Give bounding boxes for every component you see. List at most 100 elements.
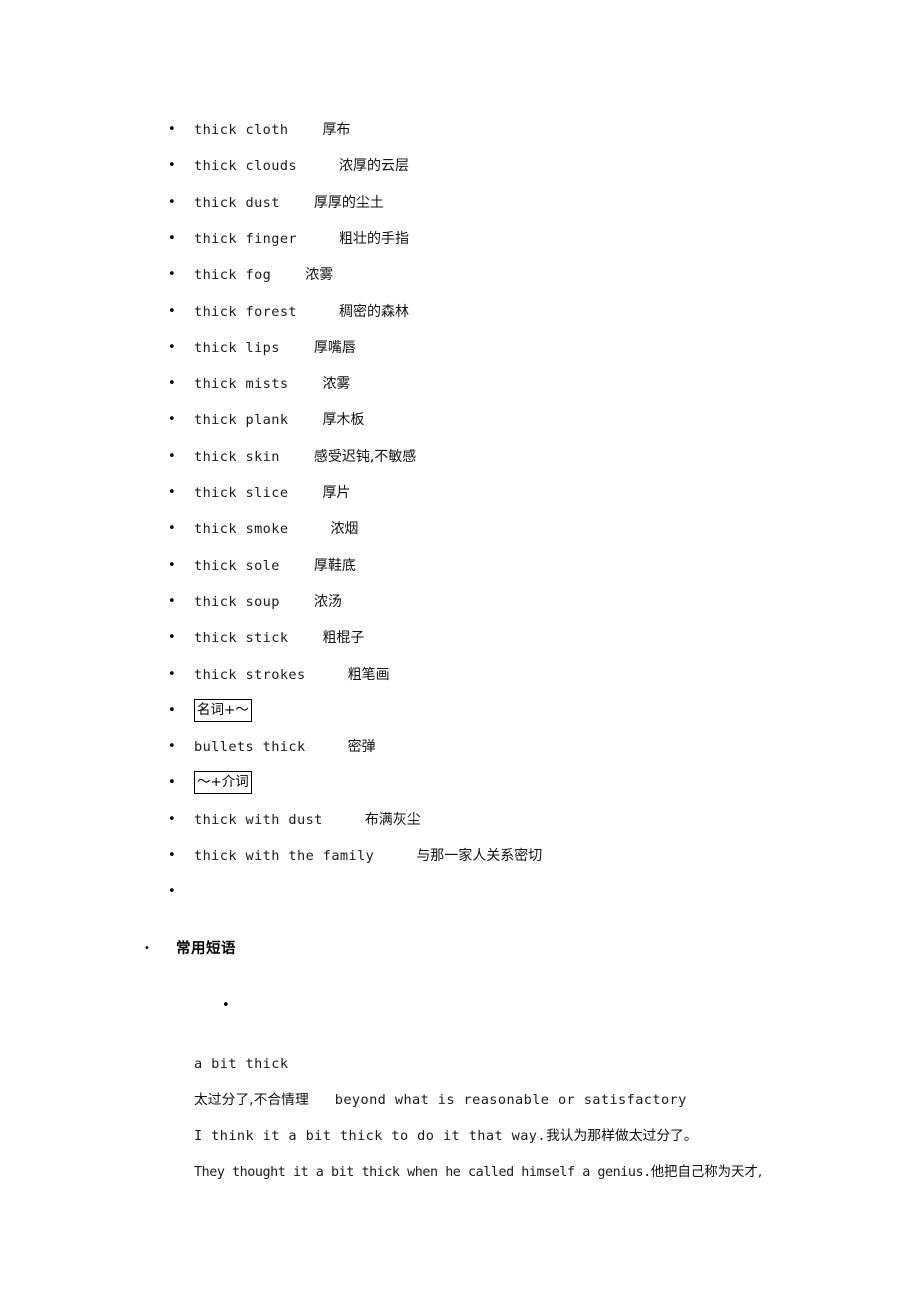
english-term: thick clouds — [194, 158, 298, 175]
bullet-icon — [168, 112, 176, 148]
phrase-example-1-line: I think it a bit thick to do it that way… — [194, 1118, 894, 1154]
list-item: thick forest 稠密的森林 — [0, 294, 920, 330]
list-item-content: thick smoke 浓烟 — [194, 511, 358, 547]
phrase-block: a bit thick 太过分了,不合情理 beyond what is reas… — [194, 1046, 894, 1190]
bullet-icon — [168, 693, 176, 729]
phrase-definition-line: 太过分了,不合情理 beyond what is reasonable or sa… — [194, 1082, 894, 1118]
phrase-example-1-english: I think it a bit thick to do it that way… — [194, 1128, 546, 1144]
empty-list-item — [0, 874, 920, 910]
list-item-content: thick fog 浓雾 — [194, 257, 333, 293]
list-item: thick cloth 厚布 — [0, 112, 920, 148]
phrase-headword: a bit thick — [194, 1056, 289, 1072]
phrase-headword-line: a bit thick — [194, 1046, 894, 1082]
list-item: 名词+～ — [0, 693, 920, 729]
bullet-icon — [168, 511, 176, 547]
chinese-translation: 密弹 — [347, 739, 376, 756]
list-item-content: thick cloth 厚布 — [194, 112, 350, 148]
list-item: thick fog 浓雾 — [0, 257, 920, 293]
phrase-example-2-english: They thought it a bit thick when he call… — [194, 1165, 651, 1180]
list-item: thick strokes 粗笔画 — [0, 657, 920, 693]
bullet-icon — [168, 439, 176, 475]
list-item: thick plank 厚木板 — [0, 402, 920, 438]
list-item: thick sole 厚鞋底 — [0, 548, 920, 584]
list-item-content: ～+介词 — [194, 765, 252, 801]
list-item: thick dust 厚厚的尘土 — [0, 185, 920, 221]
list-item: thick soup 浓汤 — [0, 584, 920, 620]
list-item: thick with dust 布满灰尘 — [0, 802, 920, 838]
phrase-example-2-line: They thought it a bit thick when he call… — [194, 1154, 894, 1190]
english-term: thick smoke — [194, 521, 289, 538]
list-item-content: thick lips 厚嘴唇 — [194, 330, 356, 366]
bullet-icon — [168, 294, 176, 330]
section-heading-row: 常用短语 — [0, 930, 920, 968]
bullet-icon — [168, 330, 176, 366]
list-item-content: thick plank 厚木板 — [194, 402, 364, 438]
list-item-content: thick slice 厚片 — [194, 475, 350, 511]
sub-bullet-row — [0, 988, 920, 1024]
chinese-translation: 粗壮的手指 — [339, 230, 410, 247]
english-term: thick slice — [194, 485, 289, 501]
chinese-translation: 浓烟 — [330, 521, 359, 538]
chinese-translation: 浓厚的云层 — [339, 158, 410, 175]
english-term: thick plank — [194, 412, 289, 429]
list-item-content: thick strokes 粗笔画 — [194, 657, 390, 693]
chinese-translation: 稠密的森林 — [339, 303, 410, 320]
bullet-icon — [168, 185, 176, 221]
list-item-content: thick sole 厚鞋底 — [194, 548, 356, 584]
english-term: thick forest — [194, 303, 298, 320]
english-term: thick stick — [194, 630, 289, 647]
bullet-icon — [168, 584, 176, 620]
list-item: thick with the family 与那一家人关系密切 — [0, 838, 920, 874]
bullet-icon — [168, 148, 176, 184]
list-item-content: 名词+～ — [194, 693, 252, 729]
list-item: bullets thick 密弹 — [0, 729, 920, 765]
list-item: thick stick 粗棍子 — [0, 620, 920, 656]
chinese-translation: 粗笔画 — [347, 666, 390, 683]
bullet-icon — [168, 366, 176, 402]
list-item-content: bullets thick 密弹 — [194, 729, 376, 765]
chinese-translation: 浓雾 — [322, 376, 351, 393]
list-item: thick skin 感受迟钝,不敏感 — [0, 439, 920, 475]
list-item-content: thick mists 浓雾 — [194, 366, 350, 402]
section-heading-label: 常用短语 — [176, 941, 236, 957]
bullet-icon — [168, 221, 176, 257]
bullet-icon — [168, 402, 176, 438]
bullet-icon — [168, 802, 176, 838]
list-item-content: thick forest 稠密的森林 — [194, 294, 409, 330]
phrase-example-2-chinese: 他把自己称为天才, — [650, 1165, 763, 1180]
list-item: thick slice 厚片 — [0, 475, 920, 511]
chinese-translation: 厚厚的尘土 — [313, 194, 384, 211]
chinese-translation: 厚布 — [322, 122, 351, 138]
list-item: thick finger 粗壮的手指 — [0, 221, 920, 257]
english-term: thick strokes — [194, 666, 306, 683]
list-item-content: thick skin 感受迟钝,不敏感 — [194, 439, 416, 475]
list-item-content: thick stick 粗棍子 — [194, 620, 364, 656]
list-item: thick clouds 浓厚的云层 — [0, 148, 920, 184]
chinese-translation: 厚鞋底 — [313, 557, 356, 574]
english-term: thick with the family — [194, 848, 375, 864]
english-term: thick dust — [194, 194, 280, 211]
chinese-translation: 布满灰尘 — [364, 811, 421, 828]
bullet-icon — [168, 620, 176, 656]
list-item-content: thick dust 厚厚的尘土 — [194, 185, 384, 221]
english-term: thick soup — [194, 593, 280, 610]
english-term: thick cloth — [194, 122, 289, 138]
list-item-content: thick clouds 浓厚的云层 — [194, 148, 409, 184]
chinese-translation: 厚片 — [322, 485, 351, 501]
bullet-icon — [168, 765, 176, 801]
bullet-icon — [168, 838, 176, 874]
list-item-content: thick with dust 布满灰尘 — [194, 802, 421, 838]
chinese-translation: 厚木板 — [322, 412, 365, 429]
english-term: thick with dust — [194, 811, 323, 828]
chinese-translation: 浓汤 — [313, 593, 342, 610]
bullet-icon — [222, 988, 230, 1024]
bullet-icon — [168, 257, 176, 293]
list-item-content: thick with the family 与那一家人关系密切 — [194, 838, 542, 874]
list-item: thick lips 厚嘴唇 — [0, 330, 920, 366]
chinese-translation: 感受迟钝,不敏感 — [313, 448, 417, 465]
english-term: thick lips — [194, 339, 280, 356]
phrase-example-1-chinese: 我认为那样做太过分了。 — [545, 1128, 698, 1144]
bullet-icon — [168, 874, 176, 910]
list-item: thick smoke 浓烟 — [0, 511, 920, 547]
bullet-icon — [168, 475, 176, 511]
